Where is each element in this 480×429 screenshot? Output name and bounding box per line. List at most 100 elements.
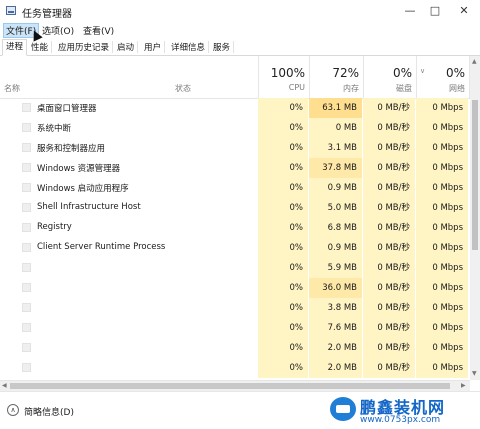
table-row[interactable]: 桌面窗口管理器 0% 63.1 MB 0 MB/秒 0 Mbps — [0, 98, 470, 118]
menu-view[interactable]: 查看(V) — [81, 24, 116, 37]
process-icon — [22, 243, 31, 252]
cpu-value: 0% — [258, 258, 308, 278]
column-name[interactable]: 名称 — [4, 83, 20, 94]
fewer-details-button[interactable]: 简略信息(D) — [24, 405, 74, 418]
process-icon — [22, 143, 31, 152]
network-value: 0 Mbps — [416, 258, 468, 278]
network-value: 0 Mbps — [416, 358, 468, 378]
memory-value: 0.9 MB — [309, 238, 362, 258]
cpu-value: 0% — [258, 158, 308, 178]
table-row[interactable]: 0% 2.0 MB 0 MB/秒 0 Mbps — [0, 358, 470, 378]
table-row[interactable]: 0% 3.8 MB 0 MB/秒 0 Mbps — [0, 298, 470, 318]
network-total: 0% — [445, 66, 465, 80]
tab-processes[interactable]: 进程 — [2, 39, 28, 56]
memory-label: 内存 — [343, 84, 359, 93]
tab-performance[interactable]: 性能 — [28, 41, 53, 53]
table-row[interactable]: Windows 资源管理器 0% 37.8 MB 0 MB/秒 0 Mbps — [0, 158, 470, 178]
task-manager-app-icon — [6, 6, 16, 15]
memory-value: 5.9 MB — [309, 258, 362, 278]
cpu-label: CPU — [288, 83, 305, 92]
table-row[interactable]: 0% 5.9 MB 0 MB/秒 0 Mbps — [0, 258, 470, 278]
process-icon — [22, 103, 31, 112]
menu-bar: 文件(F) 选项(O) 查看(V) — [0, 22, 480, 38]
column-status[interactable]: 状态 — [175, 83, 191, 94]
watermark: 鹏鑫装机网 www.0753px.com — [330, 393, 480, 428]
memory-value: 5.0 MB — [309, 198, 362, 218]
process-list: 桌面窗口管理器 0% 63.1 MB 0 MB/秒 0 Mbps 系统中断 0%… — [0, 98, 470, 380]
close-button[interactable]: ✕ — [452, 3, 476, 19]
watermark-url: www.0753px.com — [360, 415, 441, 425]
table-row[interactable]: 0% 7.6 MB 0 MB/秒 0 Mbps — [0, 318, 470, 338]
memory-value: 2.0 MB — [309, 358, 362, 378]
table-row[interactable]: 服务和控制器应用 0% 3.1 MB 0 MB/秒 0 Mbps — [0, 138, 470, 158]
vertical-scroll-thumb[interactable] — [472, 100, 478, 250]
table-row[interactable]: Windows 启动应用程序 0% 0.9 MB 0 MB/秒 0 Mbps — [0, 178, 470, 198]
chevron-up-icon[interactable]: ∧ — [7, 404, 19, 416]
horizontal-scroll-thumb[interactable] — [10, 383, 450, 389]
process-icon — [22, 263, 31, 272]
network-value: 0 Mbps — [416, 158, 468, 178]
network-value: 0 Mbps — [416, 318, 468, 338]
tab-app-history[interactable]: 应用历史记录 — [55, 41, 114, 53]
table-row[interactable]: Registry 0% 6.8 MB 0 MB/秒 0 Mbps — [0, 218, 470, 238]
network-value: 0 Mbps — [416, 178, 468, 198]
disk-value: 0 MB/秒 — [363, 318, 415, 338]
network-label: 网络 — [449, 84, 465, 93]
table-row[interactable]: Client Server Runtime Process 0% 0.9 MB … — [0, 238, 470, 258]
tab-services[interactable]: 服务 — [210, 41, 235, 53]
vertical-scrollbar[interactable]: ▲ ▼ — [470, 56, 480, 380]
tab-bar: 进程 性能 应用历史记录 启动 用户 详细信息 服务 — [0, 39, 480, 56]
cpu-value: 0% — [258, 298, 308, 318]
cpu-value: 0% — [258, 318, 308, 338]
network-value: 0 Mbps — [416, 298, 468, 318]
network-value: 0 Mbps — [416, 98, 468, 118]
minimize-button[interactable]: — — [398, 3, 422, 19]
table-row[interactable]: Shell Infrastructure Host 0% 5.0 MB 0 MB… — [0, 198, 470, 218]
disk-value: 0 MB/秒 — [363, 178, 415, 198]
cpu-value: 0% — [258, 178, 308, 198]
memory-value: 2.0 MB — [309, 338, 362, 358]
process-icon — [22, 343, 31, 352]
table-row[interactable]: 0% 36.0 MB 0 MB/秒 0 Mbps — [0, 278, 470, 298]
disk-value: 0 MB/秒 — [363, 198, 415, 218]
column-cpu[interactable]: 100% CPU — [258, 56, 309, 98]
cpu-value: 0% — [258, 278, 308, 298]
tab-users[interactable]: 用户 — [141, 41, 166, 53]
disk-value: 0 MB/秒 — [363, 98, 415, 118]
process-name: 桌面窗口管理器 — [37, 104, 97, 114]
process-icon — [22, 203, 31, 212]
table-row[interactable]: 系统中断 0% 0 MB 0 MB/秒 0 Mbps — [0, 118, 470, 138]
scroll-down-arrow-icon[interactable]: ▼ — [472, 370, 477, 377]
process-icon — [22, 123, 31, 132]
process-icon — [22, 323, 31, 332]
disk-value: 0 MB/秒 — [363, 118, 415, 138]
disk-label: 磁盘 — [396, 84, 412, 93]
horizontal-scrollbar[interactable]: ◀ ▶ — [0, 380, 470, 391]
column-disk[interactable]: 0% 磁盘 — [363, 56, 416, 98]
memory-value: 6.8 MB — [309, 218, 362, 238]
memory-value: 0.9 MB — [309, 178, 362, 198]
column-network[interactable]: 0% 网络 — [416, 56, 469, 98]
tab-startup[interactable]: 启动 — [114, 41, 139, 53]
cpu-value: 0% — [258, 358, 308, 378]
table-row[interactable]: 0% 2.0 MB 0 MB/秒 0 Mbps — [0, 338, 470, 358]
cpu-value: 0% — [258, 218, 308, 238]
memory-value: 36.0 MB — [309, 278, 362, 298]
cpu-value: 0% — [258, 118, 308, 138]
scroll-up-arrow-icon[interactable]: ▲ — [472, 58, 477, 65]
process-icon — [22, 283, 31, 292]
column-header: 名称 状态 100% CPU 72% 内存 0% 磁盘 ∨ 0% 网络 电 — [0, 56, 480, 99]
menu-options[interactable]: 选项(O) — [40, 24, 76, 37]
column-memory[interactable]: 72% 内存 — [309, 56, 363, 98]
window-title: 任务管理器 — [22, 9, 72, 20]
disk-value: 0 MB/秒 — [363, 298, 415, 318]
process-icon — [22, 303, 31, 312]
scroll-right-arrow-icon[interactable]: ▶ — [461, 382, 466, 389]
scroll-left-arrow-icon[interactable]: ◀ — [2, 382, 7, 389]
maximize-button[interactable]: □ — [423, 3, 447, 19]
memory-value: 63.1 MB — [309, 98, 362, 118]
memory-value: 3.1 MB — [309, 138, 362, 158]
network-value: 0 Mbps — [416, 238, 468, 258]
tab-details[interactable]: 详细信息 — [168, 41, 210, 53]
disk-value: 0 MB/秒 — [363, 158, 415, 178]
